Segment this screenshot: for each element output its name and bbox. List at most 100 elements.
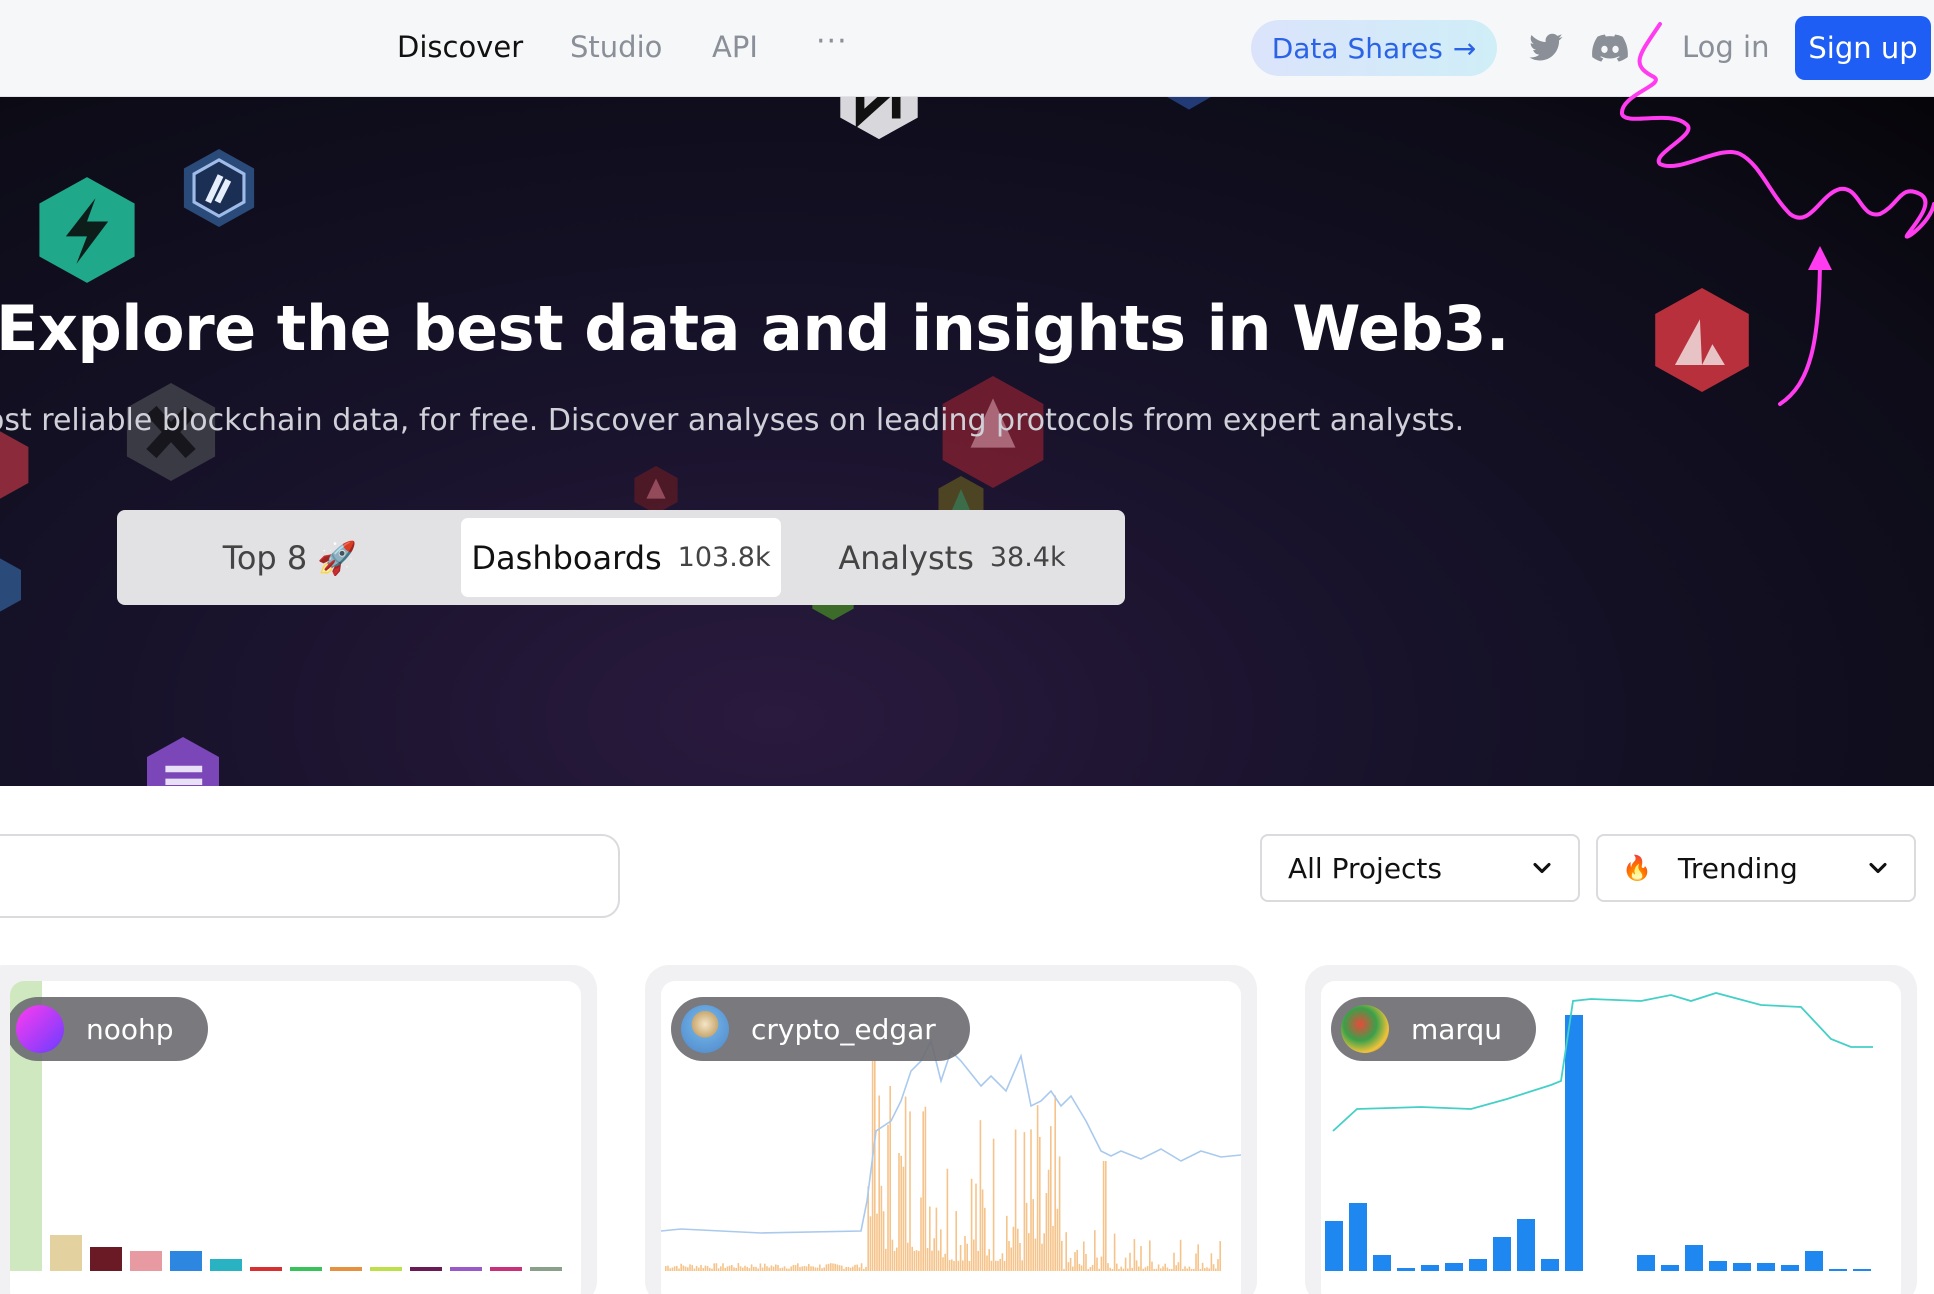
sort-select-value: Trending — [1677, 851, 1798, 885]
author-pill[interactable]: noohp — [10, 997, 208, 1061]
chart-bar — [1074, 1252, 1076, 1271]
search-input[interactable] — [0, 834, 620, 918]
chart-bar — [1208, 1268, 1210, 1271]
chart-bar — [992, 1138, 995, 1271]
chart-bar — [803, 1266, 806, 1271]
nav-discover[interactable]: Discover — [397, 30, 523, 64]
chart-bar — [970, 1178, 973, 1271]
chart-bar — [1188, 1266, 1191, 1271]
chart-bar — [909, 1111, 911, 1271]
avatar — [16, 1005, 64, 1053]
chart-bar — [1829, 1269, 1847, 1271]
chart-bar — [953, 1261, 955, 1271]
chart-bar — [786, 1268, 788, 1271]
chart-bar — [891, 1239, 894, 1271]
dashboard-card[interactable]: noohp — [0, 965, 597, 1294]
tab-analysts-label: Analysts — [838, 538, 974, 577]
chart-bar — [1217, 1259, 1219, 1271]
author-pill[interactable]: crypto_edgar — [671, 997, 970, 1061]
dashboard-card[interactable]: crypto_edgar — [645, 965, 1257, 1294]
chart-bar — [869, 1216, 872, 1271]
chart-bar — [852, 1266, 854, 1271]
chart-bar — [1124, 1257, 1127, 1271]
data-shares-button[interactable]: Data Shares → — [1251, 20, 1497, 76]
chart-bar — [290, 1267, 322, 1271]
chart-bar — [680, 1263, 682, 1271]
chart-bar — [1171, 1268, 1173, 1271]
author-name: noohp — [86, 1012, 174, 1046]
dashboard-card[interactable]: marqu — [1305, 965, 1917, 1294]
tab-analysts[interactable]: Analysts 38.4k — [787, 518, 1117, 597]
chart-bar — [865, 1266, 867, 1271]
chart-bar — [920, 1197, 922, 1271]
chart-bar — [1373, 1255, 1391, 1271]
chart-bar — [876, 1213, 878, 1271]
chart-bar — [845, 1267, 847, 1271]
chart-bar — [902, 1166, 905, 1271]
chart-bar — [1349, 1203, 1367, 1271]
chart-bar — [830, 1263, 832, 1271]
chart-bar — [1325, 1221, 1343, 1271]
chart-bar — [827, 1263, 830, 1271]
chart-bar — [676, 1265, 678, 1271]
chart-bar — [700, 1264, 702, 1271]
chart-bar — [450, 1267, 482, 1271]
chart-bar — [1067, 1262, 1070, 1271]
chart-bar — [968, 1260, 971, 1271]
chart-bar — [1056, 1208, 1059, 1271]
chart-bar — [768, 1267, 770, 1271]
chart-bar — [210, 1259, 242, 1271]
chart-bar — [823, 1267, 825, 1271]
chart-bar — [1034, 1238, 1037, 1271]
tab-dashboards[interactable]: Dashboards 103.8k — [461, 518, 781, 597]
tab-dashboards-count: 103.8k — [677, 542, 771, 573]
chart-bar — [1204, 1268, 1206, 1271]
chart-bar — [1036, 1105, 1039, 1271]
projects-select[interactable]: All Projects — [1260, 834, 1580, 902]
sort-select[interactable]: 🔥 Trending — [1596, 834, 1916, 902]
chart-bar — [755, 1266, 757, 1271]
chart-bar — [929, 1206, 931, 1271]
chart-bar — [1098, 1268, 1100, 1271]
chart-bar — [841, 1265, 843, 1271]
chart-bar — [682, 1265, 685, 1271]
chart-bar — [1089, 1266, 1092, 1271]
nav-api[interactable]: API — [712, 30, 758, 64]
chart-bar — [962, 1260, 964, 1271]
chart-bar — [1166, 1267, 1169, 1271]
chart-bar — [948, 1260, 951, 1271]
near-hex-icon — [840, 97, 918, 140]
chart-bar — [1179, 1239, 1182, 1271]
chart-bar — [759, 1263, 762, 1271]
chart-bar — [684, 1266, 687, 1271]
nav-studio[interactable]: Studio — [570, 30, 662, 64]
chart-bar — [1709, 1261, 1727, 1271]
chart-bar — [951, 1259, 953, 1271]
chart-bar — [709, 1267, 711, 1271]
chart-bar — [1102, 1161, 1105, 1271]
protocol-hex-icon — [0, 558, 21, 612]
chart-bar — [689, 1264, 691, 1271]
chart-bar — [1096, 1257, 1098, 1271]
avatar — [681, 1005, 729, 1053]
chart-bar — [981, 1189, 984, 1271]
chart-bar — [1162, 1266, 1164, 1271]
chart-bar — [728, 1265, 731, 1271]
more-menu-icon[interactable]: ··· — [816, 24, 848, 59]
protocol-hex-icon — [1167, 97, 1211, 110]
chart-bar — [1168, 1268, 1171, 1271]
chart-bar — [856, 1264, 858, 1271]
chart-bar — [687, 1267, 689, 1271]
chart-bar — [1157, 1264, 1160, 1271]
chart-bar — [988, 1249, 990, 1271]
chart-bar — [1175, 1265, 1177, 1271]
chart-bar — [964, 1236, 966, 1271]
chart-bar — [1182, 1268, 1184, 1271]
twitter-icon[interactable] — [1528, 30, 1564, 66]
chart-bar — [737, 1263, 740, 1271]
chart-bar — [704, 1265, 707, 1271]
tab-top8[interactable]: Top 8 🚀 — [125, 518, 455, 597]
author-pill[interactable]: marqu — [1331, 997, 1536, 1061]
chart-bar — [1072, 1266, 1074, 1271]
chart-bar — [1469, 1259, 1487, 1271]
